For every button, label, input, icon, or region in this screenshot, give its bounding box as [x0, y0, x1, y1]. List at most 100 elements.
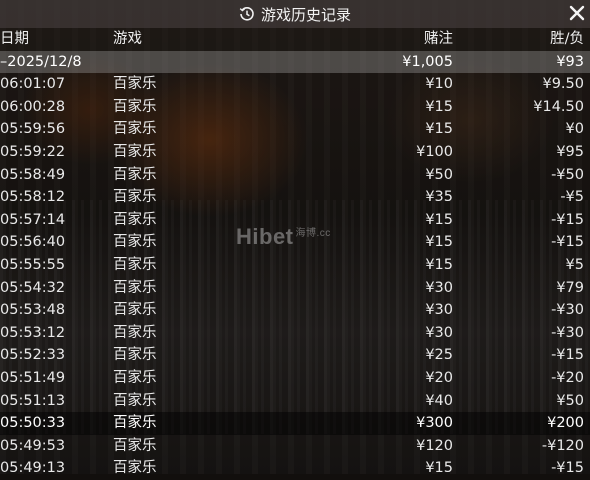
row-bet: ¥15 [425, 211, 453, 228]
column-date: 日期 [0, 31, 29, 47]
row-result: ¥5 [565, 256, 584, 273]
row-result: ¥200 [547, 415, 584, 432]
row-result: ¥95 [556, 143, 584, 160]
column-bet: 赌注 [424, 31, 453, 47]
row-result: -¥15 [551, 460, 584, 477]
table-row[interactable]: 05:49:53 百家乐 ¥120 -¥120 [0, 434, 590, 458]
row-time: 05:53:48 [0, 302, 66, 319]
row-game: 百家乐 [113, 302, 157, 319]
history-table: 日期 游戏 赌注 胜/负 –2025/12/8 ¥1,005 ¥93 06:01… [0, 28, 590, 480]
row-game: 百家乐 [113, 256, 157, 273]
summary-date: –2025/12/8 [0, 53, 82, 70]
row-result: -¥20 [551, 369, 584, 386]
row-bet: ¥40 [425, 392, 453, 409]
row-time: 05:58:12 [0, 189, 66, 206]
table-row[interactable]: 05:50:33 百家乐 ¥300 ¥200 [0, 412, 590, 435]
row-game: 百家乐 [113, 369, 157, 386]
row-time: 05:51:49 [0, 369, 66, 386]
row-game: 百家乐 [113, 415, 157, 432]
row-time: 06:00:28 [0, 98, 66, 115]
row-bet: ¥15 [425, 460, 453, 477]
close-icon [569, 5, 585, 21]
row-result: ¥79 [556, 279, 584, 296]
row-game: 百家乐 [113, 279, 157, 296]
row-game: 百家乐 [113, 392, 157, 409]
row-time: 05:49:53 [0, 437, 66, 454]
row-bet: ¥20 [425, 369, 453, 386]
row-time: 06:01:07 [0, 76, 66, 93]
close-button[interactable] [566, 2, 588, 24]
row-time: 05:52:33 [0, 347, 66, 364]
row-bet: ¥15 [425, 234, 453, 251]
history-icon [239, 6, 255, 22]
table-row[interactable]: 05:55:55 百家乐 ¥15 ¥5 [0, 253, 590, 277]
row-time: 05:59:22 [0, 143, 66, 160]
row-bet: ¥30 [425, 302, 453, 319]
row-time: 05:58:49 [0, 166, 66, 183]
column-game: 游戏 [113, 31, 142, 47]
table-row[interactable]: 05:58:49 百家乐 ¥50 -¥50 [0, 163, 590, 187]
row-bet: ¥120 [416, 437, 453, 454]
table-row[interactable]: 05:56:40 百家乐 ¥15 -¥15 [0, 231, 590, 254]
row-bet: ¥10 [425, 76, 453, 93]
row-result: -¥50 [551, 166, 584, 183]
row-bet: ¥50 [425, 166, 453, 183]
row-game: 百家乐 [113, 211, 157, 228]
row-result: -¥15 [551, 234, 584, 251]
row-bet: ¥300 [416, 415, 453, 432]
row-bet: ¥15 [425, 121, 453, 138]
row-time: 05:51:13 [0, 392, 66, 409]
row-time: 05:59:56 [0, 121, 66, 138]
table-row[interactable]: 05:51:13 百家乐 ¥40 ¥50 [0, 389, 590, 413]
row-result: -¥15 [551, 211, 584, 228]
table-row[interactable]: 05:59:56 百家乐 ¥15 ¥0 [0, 118, 590, 141]
table-row[interactable]: 06:00:28 百家乐 ¥15 ¥14.50 [0, 95, 590, 119]
row-result: -¥15 [551, 347, 584, 364]
table-row[interactable]: 06:01:07 百家乐 ¥10 ¥9.50 [0, 73, 590, 96]
row-bet: ¥100 [416, 143, 453, 160]
row-game: 百家乐 [113, 437, 157, 454]
row-result: -¥30 [551, 324, 584, 341]
row-time: 05:55:55 [0, 256, 66, 273]
table-row[interactable]: 05:54:32 百家乐 ¥30 ¥79 [0, 276, 590, 300]
table-row[interactable]: 05:53:48 百家乐 ¥30 -¥30 [0, 299, 590, 322]
column-winloss: 胜/负 [550, 31, 584, 47]
row-time: 05:56:40 [0, 234, 66, 251]
table-row[interactable]: 05:58:12 百家乐 ¥35 -¥5 [0, 186, 590, 209]
row-result: -¥30 [551, 302, 584, 319]
date-summary-row[interactable]: –2025/12/8 ¥1,005 ¥93 [0, 50, 590, 74]
row-game: 百家乐 [113, 166, 157, 183]
row-result: -¥120 [541, 437, 584, 454]
row-bet: ¥25 [425, 347, 453, 364]
table-row[interactable]: 05:51:49 百家乐 ¥20 -¥20 [0, 366, 590, 390]
table-row[interactable]: 05:53:12 百家乐 ¥30 -¥30 [0, 321, 590, 345]
row-time: 05:54:32 [0, 279, 66, 296]
row-result: ¥9.50 [542, 76, 584, 93]
row-time: 05:57:14 [0, 211, 66, 228]
row-game: 百家乐 [113, 76, 157, 93]
summary-winloss: ¥93 [556, 53, 584, 70]
row-bet: ¥35 [425, 189, 453, 206]
row-bet: ¥15 [425, 256, 453, 273]
table-row[interactable]: 05:57:14 百家乐 ¥15 -¥15 [0, 208, 590, 232]
row-game: 百家乐 [113, 189, 157, 206]
dialog-title: 游戏历史记录 [260, 5, 351, 24]
dialog-header: 游戏历史记录 [0, 0, 590, 28]
row-result: -¥5 [560, 189, 584, 206]
table-row[interactable]: 05:52:33 百家乐 ¥25 -¥15 [0, 344, 590, 367]
row-game: 百家乐 [113, 347, 157, 364]
table-row[interactable]: 05:49:13 百家乐 ¥15 -¥15 [0, 457, 590, 480]
row-bet: ¥30 [425, 279, 453, 296]
row-time: 05:53:12 [0, 324, 66, 341]
row-time: 05:49:13 [0, 460, 66, 477]
row-game: 百家乐 [113, 234, 157, 251]
row-game: 百家乐 [113, 143, 157, 160]
table-header: 日期 游戏 赌注 胜/负 [0, 28, 590, 51]
row-result: ¥0 [565, 121, 584, 138]
row-game: 百家乐 [113, 324, 157, 341]
row-game: 百家乐 [113, 460, 157, 477]
row-game: 百家乐 [113, 98, 157, 115]
table-row[interactable]: 05:59:22 百家乐 ¥100 ¥95 [0, 140, 590, 164]
row-time: 05:50:33 [0, 415, 66, 432]
summary-bet: ¥1,005 [402, 53, 453, 70]
